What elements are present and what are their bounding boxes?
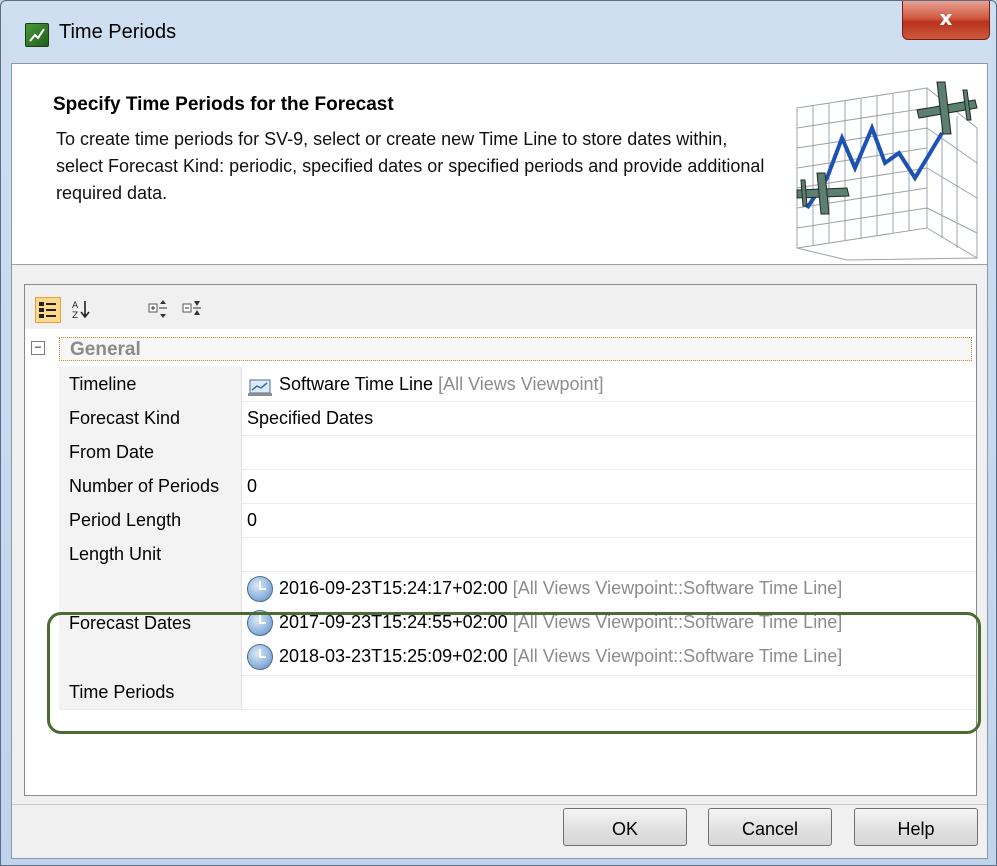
property-row-period-length[interactable]: Period Length 0 (59, 503, 976, 538)
footer-divider (12, 804, 987, 805)
property-value[interactable]: 2016-09-23T15:24:17+02:00 [All Views Vie… (243, 571, 976, 675)
clock-icon (247, 610, 273, 637)
property-name: Period Length (59, 503, 242, 537)
property-value[interactable] (243, 537, 976, 571)
forecast-date: 2017-09-23T15:24:55+02:00 (279, 612, 508, 632)
property-row-length-unit[interactable]: Length Unit (59, 537, 976, 572)
property-name: Number of Periods (59, 469, 242, 503)
forecast-date-context: [All Views Viewpoint::Software Time Line… (512, 612, 843, 632)
sort-alphabetically-icon[interactable]: A Z (69, 297, 93, 321)
property-row-from-date[interactable]: From Date (59, 435, 976, 470)
forecast-chart-graphic-icon (777, 68, 982, 262)
forecast-date-item[interactable]: 2018-03-23T15:25:09+02:00 [All Views Vie… (247, 641, 842, 671)
property-value[interactable] (243, 435, 976, 469)
property-value[interactable]: Software Time Line [All Views Viewpoint] (243, 367, 976, 401)
group-general[interactable]: − General (25, 337, 976, 363)
forecast-date: 2016-09-23T15:24:17+02:00 (279, 578, 508, 598)
svg-text:Z: Z (72, 311, 78, 321)
property-row-forecast-kind[interactable]: Forecast Kind Specified Dates (59, 401, 976, 436)
property-value[interactable]: Specified Dates (243, 401, 976, 435)
title-bar: Time Periods x (1, 1, 996, 63)
window-title: Time Periods (59, 21, 177, 43)
app-icon (25, 23, 49, 47)
forecast-date-context: [All Views Viewpoint::Software Time Line… (512, 578, 843, 598)
wizard-header: Specify Time Periods for the Forecast To… (12, 64, 987, 265)
property-value[interactable] (243, 675, 976, 709)
property-row-timeline[interactable]: Timeline Software Time Line [All Views V… (59, 367, 976, 402)
property-tree: − General Timeline Software Time Line [A… (25, 329, 981, 795)
help-button[interactable]: Help (854, 808, 978, 846)
property-name: Time Periods (59, 675, 242, 709)
categorized-view-icon[interactable] (35, 297, 61, 323)
property-name: Length Unit (59, 537, 242, 571)
ok-button[interactable]: OK (563, 808, 687, 846)
clock-icon (247, 576, 273, 603)
time-periods-dialog: Time Periods x Specify Time Periods for … (0, 0, 997, 866)
forecast-date: 2018-03-23T15:25:09+02:00 (279, 646, 508, 666)
forecast-date-item[interactable]: 2016-09-23T15:24:17+02:00 [All Views Vie… (247, 573, 842, 603)
property-row-number-of-periods[interactable]: Number of Periods 0 (59, 469, 976, 504)
svg-text:A: A (72, 301, 79, 311)
clock-icon (247, 644, 273, 671)
property-name: Timeline (59, 367, 242, 401)
timeline-value: Software Time Line (279, 374, 434, 394)
collapse-icon[interactable]: − (31, 341, 45, 355)
property-value[interactable]: 0 (243, 469, 976, 503)
property-row-forecast-dates[interactable]: Forecast Dates 2016-09-23T15:24:17+02:00… (59, 571, 976, 676)
timeline-icon (247, 375, 273, 397)
properties-panel: A Z − General Timeline Software Time Lin… (24, 284, 981, 796)
close-button[interactable]: x (902, 1, 990, 40)
cancel-button[interactable]: Cancel (708, 808, 832, 846)
header-title: Specify Time Periods for the Forecast (53, 94, 394, 115)
header-description: To create time periods for SV-9, select … (56, 129, 765, 203)
property-name: Forecast Kind (59, 401, 242, 435)
property-name: Forecast Dates (59, 571, 242, 675)
dialog-content: Specify Time Periods for the Forecast To… (11, 63, 988, 859)
group-label: General (59, 337, 972, 361)
property-row-time-periods[interactable]: Time Periods (59, 675, 976, 710)
timeline-context: [All Views Viewpoint] (438, 374, 604, 394)
expand-all-icon[interactable] (147, 297, 171, 321)
close-icon: x (939, 6, 953, 30)
collapse-all-icon[interactable] (181, 297, 205, 321)
forecast-date-item[interactable]: 2017-09-23T15:24:55+02:00 [All Views Vie… (247, 607, 842, 637)
property-value[interactable]: 0 (243, 503, 976, 537)
properties-toolbar: A Z (25, 285, 976, 329)
forecast-date-context: [All Views Viewpoint::Software Time Line… (512, 646, 843, 666)
property-name: From Date (59, 435, 242, 469)
